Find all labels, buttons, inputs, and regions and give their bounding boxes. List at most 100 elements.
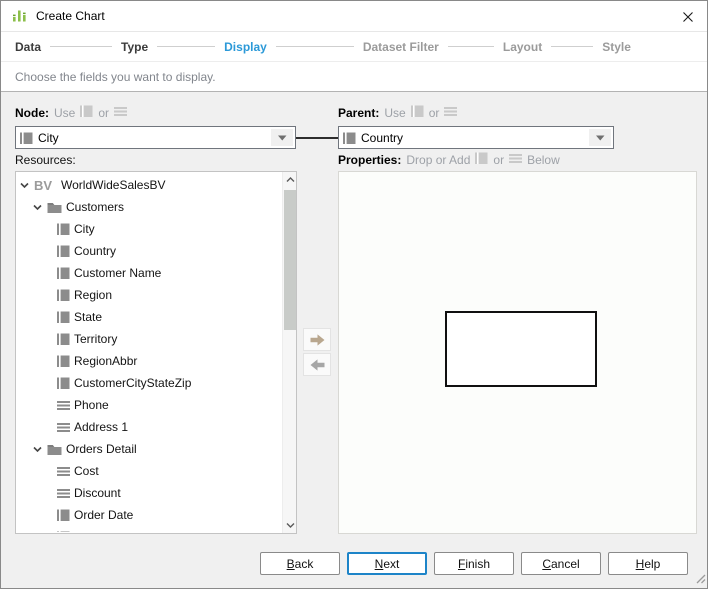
tree-item-region[interactable]: Region — [17, 284, 281, 306]
node-label: Node: — [15, 106, 49, 120]
wizard-step-style[interactable]: Style — [602, 40, 631, 54]
properties-or-text: or — [493, 153, 504, 167]
title-bar: Create Chart — [1, 1, 707, 32]
dimension-square-icon — [57, 222, 70, 236]
transfer-buttons — [303, 328, 331, 376]
tree-item-customercitystatezip[interactable]: CustomerCityStateZip — [17, 372, 281, 394]
folder-icon — [47, 201, 62, 214]
dimension-square-icon — [57, 376, 70, 390]
tree-item-label: Cost — [74, 464, 99, 478]
help-button[interactable]: Help — [608, 552, 688, 575]
resize-grip[interactable] — [693, 571, 706, 587]
tree-item-regionabbr[interactable]: RegionAbbr — [17, 350, 281, 372]
dimension-square-icon — [57, 354, 70, 368]
tree-item-order-date[interactable]: Order Date — [17, 504, 281, 526]
chevron-down-icon[interactable] — [19, 180, 30, 191]
svg-text:BV: BV — [34, 178, 52, 192]
back-button[interactable]: Back — [260, 552, 340, 575]
tree-item-label: Region — [74, 288, 112, 302]
parent-field-select[interactable]: Country — [338, 126, 614, 149]
tree-item-label: City — [74, 222, 95, 236]
resources-label: Resources: — [15, 152, 76, 167]
tree-item-label: Orders Detail — [66, 442, 137, 456]
dimension-square-icon — [20, 131, 33, 145]
properties-hint-below: Below — [527, 153, 560, 167]
step-connector-line — [50, 46, 112, 47]
tree-item-label: Phone — [74, 398, 109, 412]
finish-button[interactable]: Finish — [434, 552, 514, 575]
scrollbar-thumb[interactable] — [284, 190, 296, 330]
measure-lines-icon — [57, 486, 70, 500]
parent-label-row: Parent: Use or — [338, 105, 457, 120]
node-field-select[interactable]: City — [15, 126, 296, 149]
dimension-square-icon — [57, 508, 70, 522]
tree-item-label: Territory — [74, 332, 117, 346]
tree-item-label: Discount — [74, 486, 121, 500]
tree-item-country[interactable]: Country — [17, 240, 281, 262]
measure-lines-icon — [57, 464, 70, 478]
cancel-button[interactable]: Cancel — [521, 552, 601, 575]
step-connector-line — [276, 46, 354, 47]
measure-lines-icon — [57, 398, 70, 412]
tree-item-customer-name[interactable]: Customer Name — [17, 262, 281, 284]
properties-drop-panel[interactable] — [338, 171, 697, 534]
tree-scrollbar[interactable] — [282, 172, 296, 533]
tree-item-address-1[interactable]: Address 1 — [17, 416, 281, 438]
tree-item-label: Address 1 — [74, 420, 128, 434]
dimension-square-icon — [343, 131, 356, 145]
dimension-square-icon — [57, 244, 70, 258]
wizard-steps: Data Type Display Dataset Filter Layout Style — [1, 32, 707, 62]
dimension-square-icon — [57, 266, 70, 280]
tree-item-discount[interactable]: Discount — [17, 482, 281, 504]
dimension-square-icon — [57, 310, 70, 324]
tree-item-label: State — [74, 310, 102, 324]
tree-item-phone[interactable]: Phone — [17, 394, 281, 416]
close-icon[interactable] — [680, 10, 696, 24]
tree-item-orders-detail[interactable]: Orders Detail — [17, 438, 281, 460]
footer-buttons: Back Next Finish Cancel Help — [260, 552, 688, 575]
wizard-step-data[interactable]: Data — [15, 40, 41, 54]
measure-lines-icon — [57, 420, 70, 434]
chevron-down-icon[interactable] — [589, 129, 611, 146]
wizard-step-dataset-filter[interactable]: Dataset Filter — [363, 40, 439, 54]
tree-item-territory[interactable]: Territory — [17, 328, 281, 350]
instruction-text: Choose the fields you want to display. — [1, 62, 707, 92]
node-display-rectangle[interactable] — [445, 311, 597, 387]
window-title: Create Chart — [36, 9, 105, 23]
tree-item-label: WorldWideSalesBV — [61, 178, 165, 192]
step-connector-line — [157, 46, 215, 47]
parent-selected-value: Country — [361, 131, 589, 145]
dimension-square-icon — [57, 332, 70, 346]
chevron-down-icon[interactable] — [32, 202, 43, 213]
tree-item-label: Order Date — [74, 508, 133, 522]
scroll-up-icon[interactable] — [283, 172, 297, 188]
wizard-step-layout[interactable]: Layout — [503, 40, 542, 54]
properties-hint-drop: Drop or Add — [406, 153, 470, 167]
resources-tree-panel: BVWorldWideSalesBVCustomersCityCountryCu… — [15, 171, 297, 534]
tree-item-customers[interactable]: Customers — [17, 196, 281, 218]
wizard-step-display[interactable]: Display — [224, 40, 267, 54]
properties-label-row: Properties: Drop or Add or Below — [338, 152, 560, 167]
dimension-square-icon — [57, 288, 70, 302]
tree-item-label: CustomerCityStateZip — [74, 376, 191, 390]
wizard-step-type[interactable]: Type — [121, 40, 148, 54]
measure-lines-icon — [509, 151, 522, 168]
create-chart-dialog: Create Chart Data Type Display Dataset Filt… — [0, 0, 708, 589]
tree-item-cost[interactable]: Cost — [17, 460, 281, 482]
measure-lines-icon — [114, 104, 127, 121]
tree-item-city[interactable]: City — [17, 218, 281, 240]
properties-label: Properties: — [338, 153, 401, 167]
scroll-down-icon[interactable] — [283, 517, 297, 533]
parent-or-text: or — [429, 106, 440, 120]
business-view-icon: BV — [34, 178, 57, 192]
node-or-text: or — [98, 106, 109, 120]
chevron-down-icon[interactable] — [32, 444, 43, 455]
next-button[interactable]: Next — [347, 552, 427, 575]
tree-item-state[interactable]: State — [17, 306, 281, 328]
tree-item-worldwidesalesbv[interactable]: BV WorldWideSalesBV — [17, 174, 281, 196]
tree-item[interactable] — [17, 526, 281, 532]
chevron-down-icon[interactable] — [271, 129, 293, 146]
move-right-button[interactable] — [303, 328, 331, 351]
move-left-button[interactable] — [303, 353, 331, 376]
tree-item-label: Customers — [66, 200, 124, 214]
